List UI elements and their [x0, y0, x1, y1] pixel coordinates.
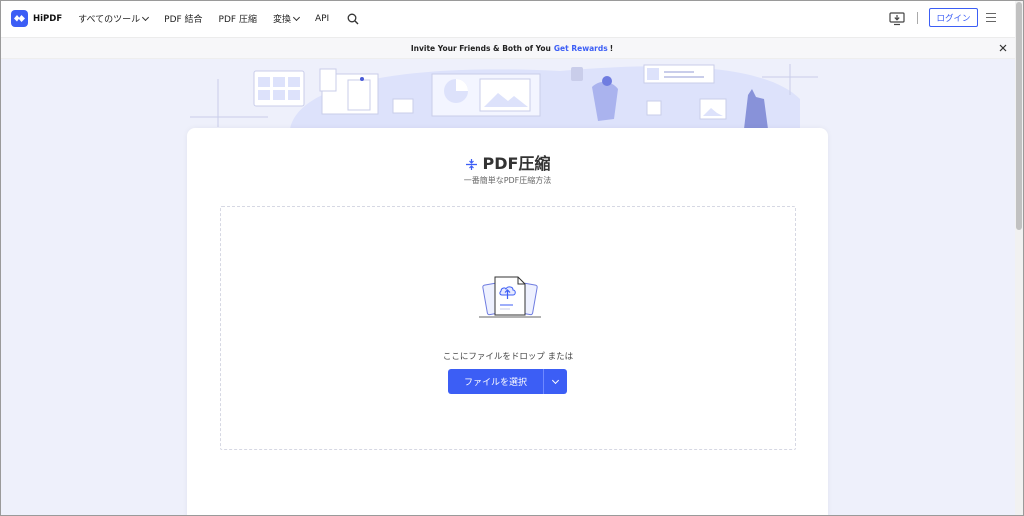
choose-file-group: ファイルを選択 [448, 369, 567, 394]
drop-instruction: ここにファイルをドロップ または [442, 352, 574, 362]
nav-all-tools-label: すべてのツール [78, 15, 141, 25]
nav-all-tools[interactable]: すべてのツール [78, 12, 150, 25]
banner-suffix: ! [609, 43, 614, 53]
logo-text: HiPDF [33, 13, 63, 24]
download-app-icon[interactable] [889, 11, 905, 25]
banner-rewards-link[interactable]: Get Rewards [554, 44, 608, 53]
nav-api-label: API [314, 13, 330, 24]
close-icon[interactable] [998, 43, 1008, 53]
banner-text: Invite Your Friends & Both of You [410, 43, 551, 53]
nav-pdf-compress[interactable]: PDF 圧縮 [219, 12, 257, 25]
top-navigation: HiPDF すべてのツール PDF 結合 PDF 圧縮 変換 API ログイン [0, 0, 1024, 38]
header-right-tools: ログイン [889, 8, 996, 27]
chevron-down-icon [142, 13, 150, 22]
title-row: PDF圧縮 [187, 150, 828, 174]
nav-pdf-merge[interactable]: PDF 結合 [164, 12, 202, 25]
logo-icon [11, 10, 28, 27]
search-icon[interactable] [347, 13, 359, 25]
main-nav: すべてのツール PDF 結合 PDF 圧縮 変換 API [78, 12, 359, 25]
login-button[interactable]: ログイン [929, 8, 978, 27]
compress-icon [465, 156, 478, 170]
nav-pdf-compress-label: PDF 圧縮 [218, 15, 257, 25]
file-dropzone[interactable]: ここにファイルをドロップ または ファイルを選択 [220, 206, 796, 450]
hipdf-logo[interactable]: HiPDF [11, 10, 62, 27]
menu-icon[interactable] [986, 13, 996, 22]
header-divider [917, 11, 918, 24]
nav-pdf-merge-label: PDF 結合 [164, 15, 203, 25]
upload-file-icon [479, 275, 541, 321]
nav-api[interactable]: API [315, 14, 329, 24]
compress-tool-card: PDF圧縮 一番簡単なPDF圧縮方法 ここにファイルをドロップ または ファイル… [187, 128, 828, 516]
nav-convert-label: 変換 [272, 15, 291, 25]
nav-convert[interactable]: 変換 [272, 12, 301, 25]
promo-banner: Invite Your Friends & Both of You Get Re… [0, 38, 1024, 59]
chevron-down-icon [551, 376, 560, 384]
page-scrollbar[interactable] [1015, 0, 1023, 516]
chevron-down-icon [292, 13, 301, 22]
upload-source-dropdown[interactable] [543, 369, 567, 394]
choose-file-button[interactable]: ファイルを選択 [448, 369, 543, 394]
page-subtitle: 一番簡単なPDF圧縮方法 [463, 176, 552, 185]
scrollbar-thumb[interactable] [1016, 2, 1022, 230]
page-title: PDF圧縮 [482, 154, 551, 173]
hero-illustration [0, 59, 1024, 139]
